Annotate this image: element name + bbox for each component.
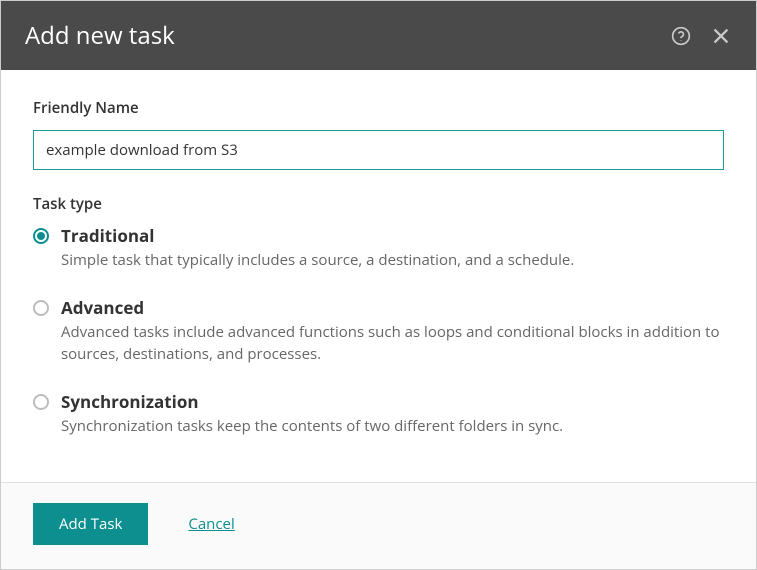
option-desc: Advanced tasks include advanced function…: [61, 321, 724, 366]
radio-icon: [33, 300, 49, 316]
option-desc: Simple task that typically includes a so…: [61, 249, 724, 272]
task-type-option-traditional[interactable]: Traditional Simple task that typically i…: [33, 224, 724, 272]
radio-icon: [33, 228, 49, 244]
option-title: Synchronization: [61, 390, 724, 413]
radio-content: Synchronization Synchronization tasks ke…: [61, 390, 724, 438]
option-title: Advanced: [61, 296, 724, 319]
friendly-name-input[interactable]: [33, 130, 724, 170]
radio-icon: [33, 394, 49, 410]
dialog-title: Add new task: [25, 19, 175, 52]
task-type-option-synchronization[interactable]: Synchronization Synchronization tasks ke…: [33, 390, 724, 438]
radio-content: Advanced Advanced tasks include advanced…: [61, 296, 724, 366]
radio-content: Traditional Simple task that typically i…: [61, 224, 724, 272]
cancel-button[interactable]: Cancel: [188, 514, 234, 534]
close-icon[interactable]: [710, 25, 732, 47]
task-type-label: Task type: [33, 194, 724, 214]
dialog-body: Friendly Name Task type Traditional Simp…: [1, 70, 756, 482]
dialog-footer: Add Task Cancel: [1, 482, 756, 569]
header-actions: [670, 25, 732, 47]
option-desc: Synchronization tasks keep the contents …: [61, 415, 724, 438]
add-task-button[interactable]: Add Task: [33, 503, 148, 545]
add-task-dialog: Add new task Friendly Name Task type: [0, 0, 757, 570]
dialog-header: Add new task: [1, 1, 756, 70]
help-icon[interactable]: [670, 25, 692, 47]
option-title: Traditional: [61, 224, 724, 247]
friendly-name-label: Friendly Name: [33, 98, 724, 118]
task-type-option-advanced[interactable]: Advanced Advanced tasks include advanced…: [33, 296, 724, 366]
